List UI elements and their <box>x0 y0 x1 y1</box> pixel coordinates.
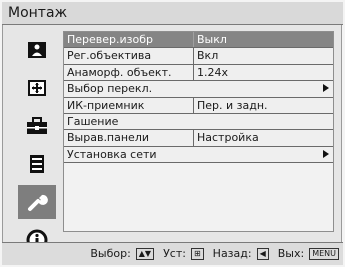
column-divider <box>193 97 194 113</box>
window-title: Монтаж <box>2 2 343 25</box>
chevron-right-icon <box>323 149 329 158</box>
menu-row-image-flip[interactable]: Перевер.изобр Выкл <box>64 32 333 49</box>
menu-row-anamorphic-lens[interactable]: Анаморф. объект. 1.24x <box>64 64 333 82</box>
column-divider <box>193 48 194 64</box>
sidebar-item-setup[interactable] <box>18 185 56 219</box>
sidebar-item-toolbox[interactable] <box>18 109 56 143</box>
menu-row-value: Пер. и задн. <box>197 98 268 112</box>
help-back-label: Назад: <box>212 247 252 260</box>
chevron-right-icon <box>323 84 329 93</box>
help-select-label: Выбор: <box>90 247 131 260</box>
menu-row-panel-alignment[interactable]: Вырав.панели Настройка <box>64 130 333 147</box>
toolbox-icon <box>27 117 47 134</box>
wrench-icon <box>28 194 48 211</box>
menu-row-label: Установка сети <box>67 147 157 161</box>
column-divider <box>193 130 194 146</box>
menu-row-label: Рег.объектива <box>67 49 152 63</box>
menu-row-label: Выбор перекл. <box>67 82 153 96</box>
column-divider <box>193 32 194 48</box>
screen-icon <box>28 80 46 96</box>
sidebar-item-screen[interactable] <box>18 71 56 105</box>
menu-row-label: Перевер.изобр <box>67 33 154 46</box>
menu-row-ir-receiver[interactable]: ИК-приемник Пер. и задн. <box>64 97 333 114</box>
menu-row-value: Вкл <box>197 49 219 63</box>
menu-row-value: 1.24x <box>197 65 229 79</box>
menu-row-blanking[interactable]: Гашение <box>64 113 333 131</box>
sidebar <box>18 33 56 261</box>
menu-row-label: Анаморф. объект. <box>67 65 172 79</box>
menu-row-trigger-select[interactable]: Выбор перекл. <box>64 81 333 98</box>
list-icon <box>30 155 44 173</box>
menu-row-label: Гашение <box>67 114 119 128</box>
help-hints: Выбор: ▲▼ Уст: ⊞ Назад: ◀ Вых: MENU <box>90 243 339 265</box>
menu-panel: Перевер.изобр Выкл Рег.объектива Вкл Ана… <box>63 31 334 232</box>
column-divider <box>193 64 194 81</box>
menu-row-label: Вырав.панели <box>67 131 150 145</box>
updown-arrows-icon: ▲▼ <box>135 248 155 260</box>
menu-key-icon: MENU <box>309 248 339 260</box>
help-set-label: Уст: <box>163 247 186 260</box>
sidebar-item-list[interactable] <box>18 147 56 181</box>
left-arrow-icon: ◀ <box>256 248 269 260</box>
menu-row-network-setup[interactable]: Установка сети <box>64 146 333 164</box>
picture-icon <box>28 42 46 58</box>
sidebar-item-picture[interactable] <box>18 33 56 67</box>
help-bar: Выбор: ▲▼ Уст: ⊞ Назад: ◀ Вых: MENU <box>2 242 343 265</box>
enter-key-icon: ⊞ <box>190 248 204 260</box>
menu-row-value: Настройка <box>197 131 259 145</box>
menu-row-lens-control[interactable]: Рег.объектива Вкл <box>64 48 333 65</box>
help-exit-label: Вых: <box>277 247 305 260</box>
menu-row-label: ИК-приемник <box>67 98 145 112</box>
menu-row-value: Выкл <box>197 33 227 46</box>
